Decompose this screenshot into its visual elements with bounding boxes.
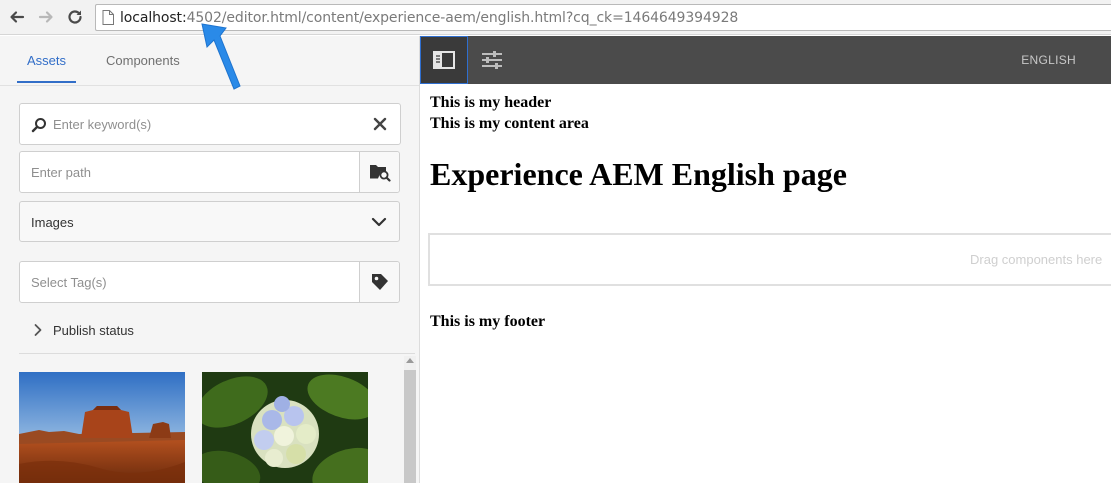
back-button[interactable] (6, 6, 28, 28)
side-panel: Assets Components Enter keyword(s) Enter… (0, 36, 420, 483)
close-icon[interactable] (373, 117, 387, 131)
path-input[interactable]: Enter path (19, 151, 400, 193)
tab-assets[interactable]: Assets (17, 53, 77, 83)
filters-divider (19, 353, 415, 354)
forward-arrow-icon (38, 11, 53, 23)
back-arrow-icon (10, 11, 25, 23)
url-host: localhost: (120, 10, 187, 26)
page-properties-button[interactable] (468, 36, 516, 84)
scrollbar-thumb[interactable] (404, 370, 416, 483)
page-icon (102, 10, 114, 25)
search-placeholder: Enter keyword(s) (53, 117, 152, 132)
chevron-down-icon (371, 217, 387, 227)
tab-assets-label: Assets (27, 53, 67, 68)
select-tags-button[interactable] (359, 262, 399, 302)
scroll-up-arrow[interactable] (406, 358, 414, 363)
page-title[interactable]: Experience AEM English page (430, 156, 847, 193)
page-footer-text[interactable]: This is my footer (430, 313, 545, 331)
reload-icon (68, 10, 82, 24)
chevron-right-icon (34, 324, 42, 336)
search-icon (31, 118, 46, 133)
sliders-icon (482, 51, 502, 69)
forward-button[interactable] (35, 6, 57, 28)
asset-thumbnail-hydrangea[interactable] (202, 372, 368, 483)
asset-type-value: Images (31, 215, 74, 230)
browser-toolbar: localhost:4502/editor.html/content/exper… (0, 0, 1111, 35)
path-placeholder: Enter path (31, 165, 91, 180)
toggle-side-panel-button[interactable] (420, 36, 468, 84)
component-drop-zone[interactable]: Drag components here (428, 233, 1111, 286)
reload-button[interactable] (64, 6, 86, 28)
folder-search-icon (369, 165, 391, 182)
tag-icon (371, 274, 388, 290)
address-bar[interactable]: localhost:4502/editor.html/content/exper… (95, 4, 1111, 31)
page-content-text[interactable]: This is my content area (430, 115, 589, 133)
asset-thumbnail-desert[interactable] (19, 372, 185, 483)
search-input[interactable]: Enter keyword(s) (19, 103, 401, 145)
tags-placeholder: Select Tag(s) (31, 275, 107, 290)
page-canvas: This is my header This is my content are… (420, 84, 1111, 483)
editor-toolbar: ENGLISH (420, 36, 1111, 84)
tab-components-label: Components (106, 53, 180, 68)
publish-status-label: Publish status (53, 322, 134, 338)
publish-status-toggle[interactable]: Publish status (33, 321, 134, 339)
annotation-arrow-icon (201, 23, 241, 90)
tab-components[interactable]: Components (106, 53, 180, 83)
active-tab-indicator (17, 81, 77, 83)
browse-path-button[interactable] (359, 152, 399, 192)
side-panel-icon (433, 51, 455, 69)
language-label[interactable]: ENGLISH (1021, 53, 1076, 67)
hydrangea-flower-image (202, 372, 368, 483)
desert-landscape-image (19, 372, 185, 483)
drop-zone-label: Drag components here (970, 252, 1103, 267)
asset-type-select[interactable]: Images (19, 201, 400, 242)
url-path: 4502/editor.html/content/experience-aem/… (186, 10, 739, 26)
page-header-text[interactable]: This is my header (430, 94, 551, 112)
tags-input[interactable]: Select Tag(s) (19, 261, 400, 303)
